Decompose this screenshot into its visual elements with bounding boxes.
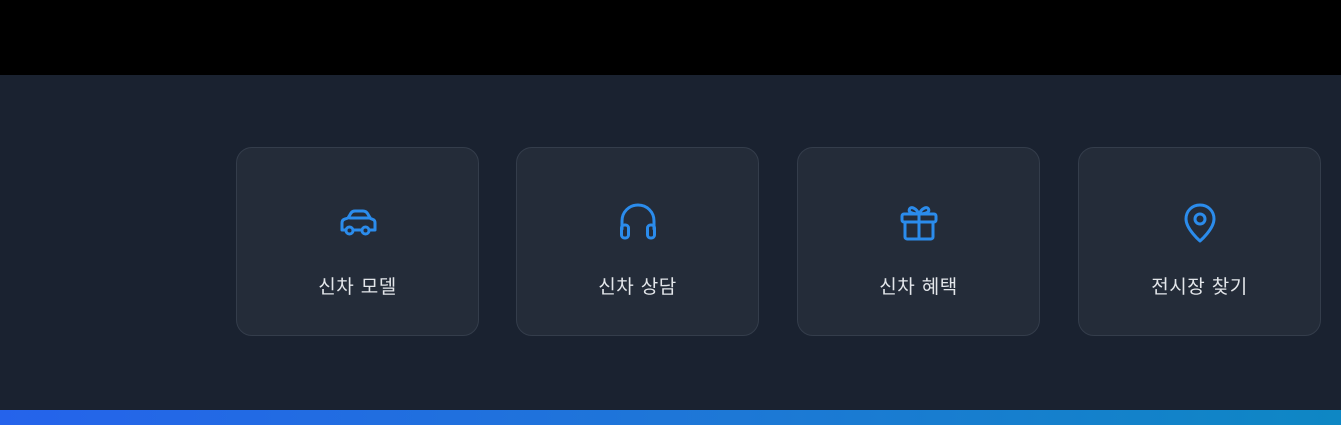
new-car-consultation-card[interactable]: 신차 상담 — [516, 147, 759, 336]
gift-icon — [897, 200, 941, 244]
quick-menu-section: 신차 모델 신차 상담 신차 혜택 전시장 찾기 — [0, 75, 1341, 410]
card-label: 전시장 찾기 — [1151, 276, 1248, 298]
card-label: 신차 모델 — [318, 276, 397, 298]
card-label: 신차 상담 — [598, 276, 677, 298]
bottom-accent-bar — [0, 410, 1341, 425]
headphones-icon — [616, 200, 660, 244]
new-car-benefits-card[interactable]: 신차 혜택 — [797, 147, 1040, 336]
card-label: 신차 혜택 — [879, 276, 958, 298]
new-car-models-card[interactable]: 신차 모델 — [236, 147, 479, 336]
map-pin-icon — [1178, 200, 1222, 244]
car-icon — [336, 200, 380, 244]
top-bar — [0, 0, 1341, 75]
find-showroom-card[interactable]: 전시장 찾기 — [1078, 147, 1321, 336]
